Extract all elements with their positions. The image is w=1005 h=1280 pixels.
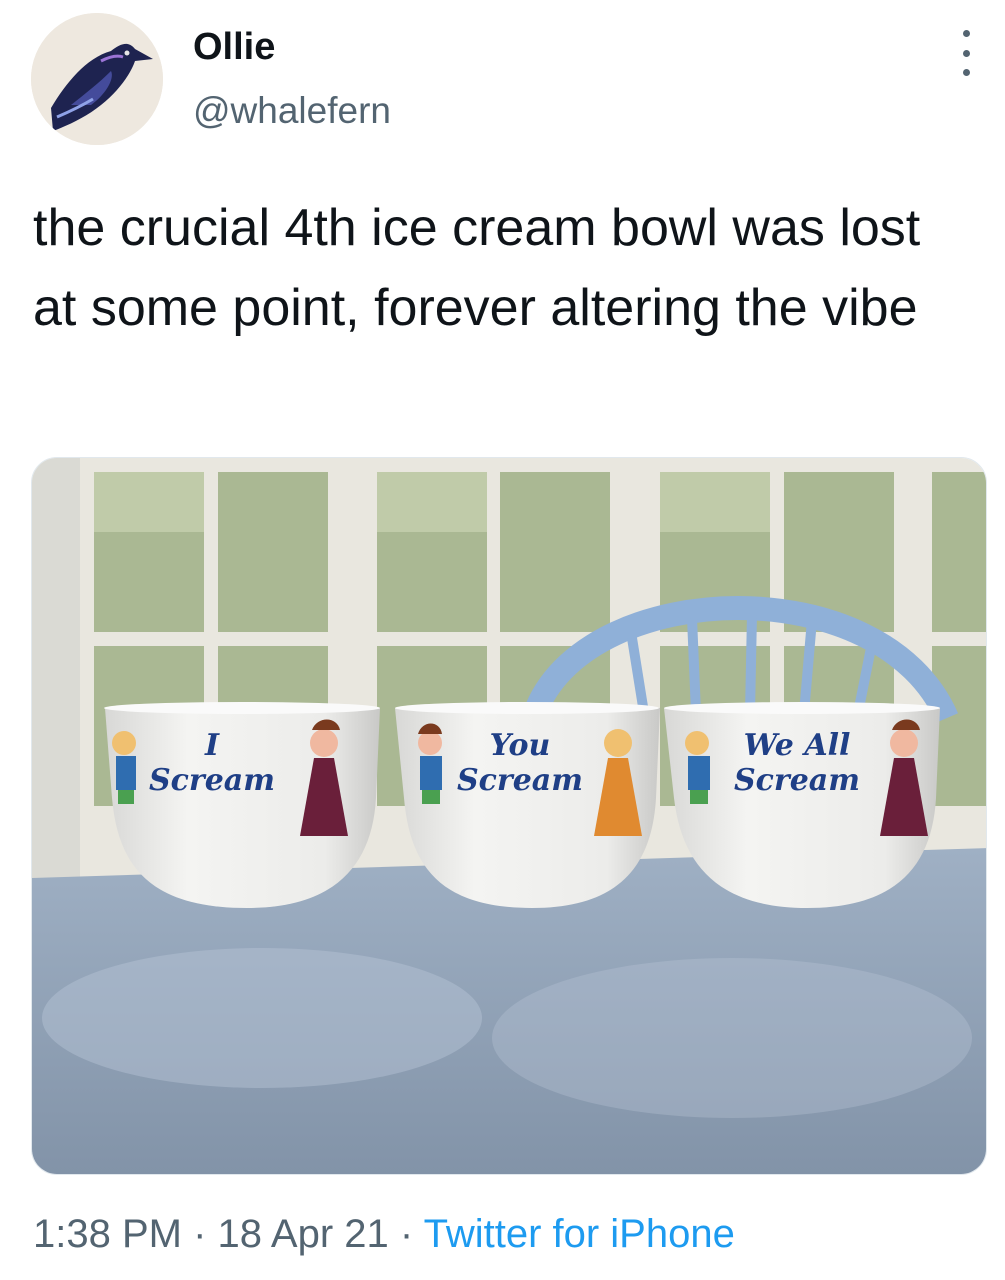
tweet-photo[interactable]: I Scream You Scream We All Scream (31, 457, 987, 1175)
bowl-1: I Scream (104, 702, 380, 908)
user-handle[interactable]: @whalefern (193, 90, 391, 132)
tweet-date[interactable]: 18 Apr 21 (218, 1212, 389, 1256)
tweet-time[interactable]: 1:38 PM (33, 1212, 182, 1256)
tweet-metadata: 1:38 PM · 18 Apr 21 · Twitter for iPhone (33, 1212, 735, 1257)
tweet-text: the crucial 4th ice cream bowl was lost … (33, 199, 921, 337)
avatar[interactable] (31, 13, 163, 145)
bowl-1-caption-line2: Scream (149, 763, 275, 798)
bowl-3-caption-line1: We All (744, 728, 851, 763)
more-options-icon[interactable] (954, 30, 978, 76)
display-name[interactable]: Ollie (193, 26, 275, 69)
bowl-2-caption-line2: Scream (457, 763, 583, 798)
bowl-2-caption-line1: You (490, 728, 551, 763)
dot (962, 30, 970, 37)
separator: · (181, 1212, 218, 1256)
tweet-source-link[interactable]: Twitter for iPhone (424, 1212, 735, 1256)
crow-icon (31, 13, 163, 145)
dot (962, 49, 970, 57)
bowl-3-caption-line2: Scream (734, 763, 860, 798)
dot (962, 69, 970, 76)
separator: · (388, 1212, 424, 1256)
bowl-2: You Scream (395, 702, 660, 908)
bowl-1-caption-line1: I (204, 728, 220, 763)
